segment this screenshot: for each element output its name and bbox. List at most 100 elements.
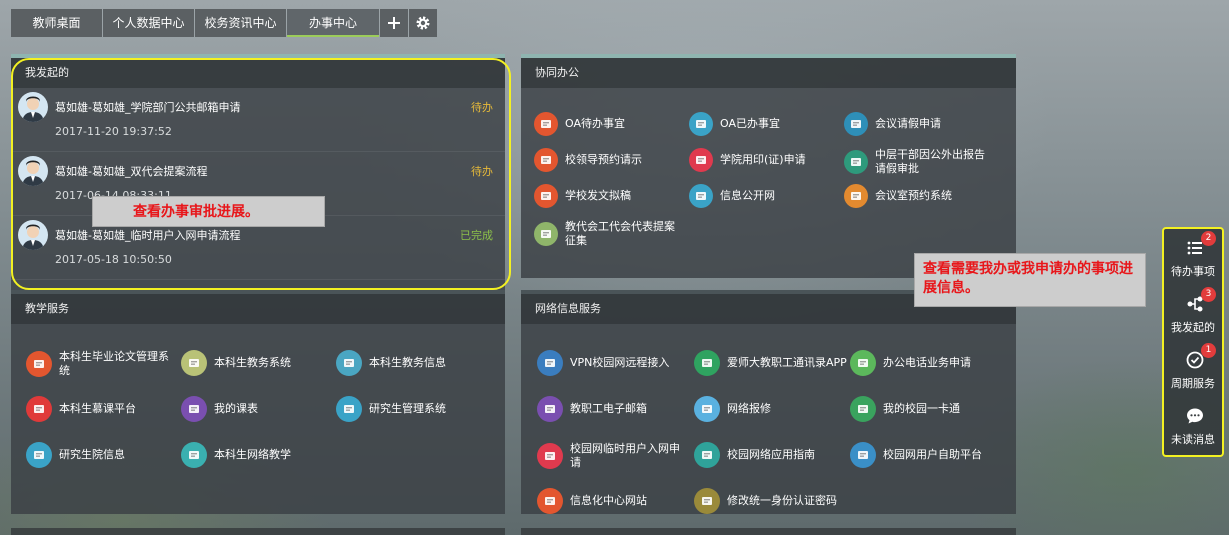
- service-item[interactable]: 研究生院信息: [26, 442, 179, 468]
- app-icon: [181, 396, 207, 422]
- sidebar-item-initiated[interactable]: 3 我发起的: [1164, 285, 1222, 339]
- service-item[interactable]: 教代会工代会代表提案征集: [534, 220, 683, 248]
- service-item[interactable]: 学校发文拟稿: [534, 184, 683, 208]
- service-item[interactable]: 网络报修: [694, 396, 847, 422]
- annotation-note: 查看需要我办或我申请办的事项进展信息。: [914, 253, 1146, 307]
- app-icon: [534, 148, 558, 172]
- sidebar-item-periodic[interactable]: 1 周期服务: [1164, 341, 1222, 395]
- service-label: 本科生教务信息: [369, 356, 446, 369]
- sidebar-item-unread[interactable]: 未读消息: [1164, 397, 1222, 451]
- service-item[interactable]: 教职工电子邮箱: [537, 396, 690, 422]
- sidebar-item-label: 待办事项: [1171, 265, 1215, 278]
- app-icon: [694, 350, 720, 376]
- top-nav: 教师桌面 个人数据中心 校务资讯中心 办事中心: [11, 9, 438, 37]
- service-item[interactable]: 修改统一身份认证密码: [694, 488, 847, 514]
- service-item[interactable]: 爱师大教职工通讯录APP: [694, 350, 847, 376]
- app-icon: [537, 396, 563, 422]
- service-label: 研究生院信息: [59, 448, 125, 461]
- service-label: VPN校园网远程接入: [570, 356, 670, 369]
- quick-sidebar: 2 待办事项 3 我发起的 1 周期服务 未读消息: [1162, 227, 1224, 457]
- add-tab-button[interactable]: [380, 9, 408, 37]
- app-icon: [26, 396, 52, 422]
- app-icon: [26, 351, 52, 377]
- service-item[interactable]: 信息公开网: [689, 184, 838, 208]
- sidebar-item-todo[interactable]: 2 待办事项: [1164, 229, 1222, 283]
- service-item[interactable]: OA已办事宜: [689, 112, 838, 136]
- app-icon: [694, 442, 720, 468]
- service-item[interactable]: 信息化中心网站: [537, 488, 690, 514]
- service-item[interactable]: 我的校园一卡通: [850, 396, 1003, 422]
- service-item[interactable]: 会议室预约系统: [844, 184, 993, 208]
- panel-title: 教学服务: [11, 294, 505, 324]
- service-item[interactable]: 本科生慕课平台: [26, 396, 179, 422]
- service-item[interactable]: 中层干部因公外出报告请假审批: [844, 148, 993, 176]
- service-label: 中层干部因公外出报告请假审批: [875, 148, 985, 175]
- service-label: 校园网用户自助平台: [883, 448, 982, 461]
- app-icon: [689, 148, 713, 172]
- service-item[interactable]: 学院用印(证)申请: [689, 148, 838, 172]
- teaching-service-panel: 教学服务 本科生毕业论文管理系统 本科生教务系统 本科生教务信息本科生慕课平台 我的课…: [11, 290, 505, 514]
- service-label: 本科生慕课平台: [59, 402, 136, 415]
- service-item[interactable]: VPN校园网远程接入: [537, 350, 690, 376]
- app-icon: [850, 350, 876, 376]
- service-label: 修改统一身份认证密码: [727, 494, 837, 507]
- service-label: 校园网络应用指南: [727, 448, 815, 461]
- app-icon: [689, 112, 713, 136]
- tab-teacher-desktop[interactable]: 教师桌面: [11, 9, 102, 37]
- service-item[interactable]: 校园网用户自助平台: [850, 442, 1003, 468]
- app-icon: [537, 443, 563, 469]
- tab-school-news-center[interactable]: 校务资讯中心: [195, 9, 286, 37]
- app-icon: [181, 442, 207, 468]
- service-label: 教代会工代会代表提案征集: [565, 220, 675, 247]
- service-item[interactable]: 本科生网络教学: [181, 442, 334, 468]
- service-item[interactable]: 校园网络应用指南: [694, 442, 847, 468]
- gear-icon: [416, 16, 430, 30]
- annotation-note: 查看办事审批进展。: [92, 196, 325, 227]
- settings-button[interactable]: [409, 9, 437, 37]
- service-item[interactable]: 本科生教务系统: [181, 350, 334, 376]
- next-panel-strip: [11, 528, 505, 535]
- service-item[interactable]: 校领导预约请示: [534, 148, 683, 172]
- service-label: 办公电话业务申请: [883, 356, 971, 369]
- tab-personal-data-center[interactable]: 个人数据中心: [103, 9, 194, 37]
- sidebar-item-label: 未读消息: [1171, 433, 1215, 446]
- service-label: 学校发文拟稿: [565, 189, 631, 202]
- service-label: 校园网临时用户入网申请: [570, 442, 680, 469]
- tab-service-center[interactable]: 办事中心: [287, 9, 379, 37]
- service-item[interactable]: 研究生管理系统: [336, 396, 489, 422]
- service-item[interactable]: 校园网临时用户入网申请: [537, 442, 690, 470]
- app-icon: [534, 222, 558, 246]
- service-label: 本科生网络教学: [214, 448, 291, 461]
- service-label: OA已办事宜: [720, 117, 780, 130]
- service-item[interactable]: 办公电话业务申请: [850, 350, 1003, 376]
- app-icon: [534, 112, 558, 136]
- count-badge: 1: [1201, 343, 1216, 358]
- service-label: 会议请假申请: [875, 117, 941, 130]
- service-label: 我的课表: [214, 402, 258, 415]
- app-icon: [844, 150, 868, 174]
- network-service-panel: 网络信息服务 VPN校园网远程接入 爱师大教职工通讯录APP 办公电话业务申请 教职工…: [521, 290, 1016, 514]
- service-label: 信息公开网: [720, 189, 775, 202]
- service-label: 研究生管理系统: [369, 402, 446, 415]
- sidebar-item-label: 我发起的: [1171, 321, 1215, 334]
- service-item[interactable]: 会议请假申请: [844, 112, 993, 136]
- service-item[interactable]: OA待办事宜: [534, 112, 683, 136]
- service-label: 爱师大教职工通讯录APP: [727, 356, 847, 369]
- app-icon: [336, 350, 362, 376]
- service-label: 本科生教务系统: [214, 356, 291, 369]
- service-item[interactable]: 本科生毕业论文管理系统: [26, 350, 179, 378]
- service-item[interactable]: 本科生教务信息: [336, 350, 489, 376]
- sidebar-item-label: 周期服务: [1171, 377, 1215, 390]
- app-icon: [850, 396, 876, 422]
- service-item[interactable]: 我的课表: [181, 396, 334, 422]
- highlight-frame: [11, 58, 511, 290]
- service-label: OA待办事宜: [565, 117, 625, 130]
- collab-office-panel: 协同办公 OA待办事宜 OA已办事宜 会议请假申请校领导预约请示 学院用印(证)申请 中…: [521, 54, 1016, 278]
- count-badge: 2: [1201, 231, 1216, 246]
- app-icon: [537, 350, 563, 376]
- service-label: 会议室预约系统: [875, 189, 952, 202]
- next-panel-strip: [521, 528, 1016, 535]
- chat-icon: [1187, 408, 1203, 424]
- app-icon: [181, 350, 207, 376]
- panel-title: 协同办公: [521, 58, 1016, 88]
